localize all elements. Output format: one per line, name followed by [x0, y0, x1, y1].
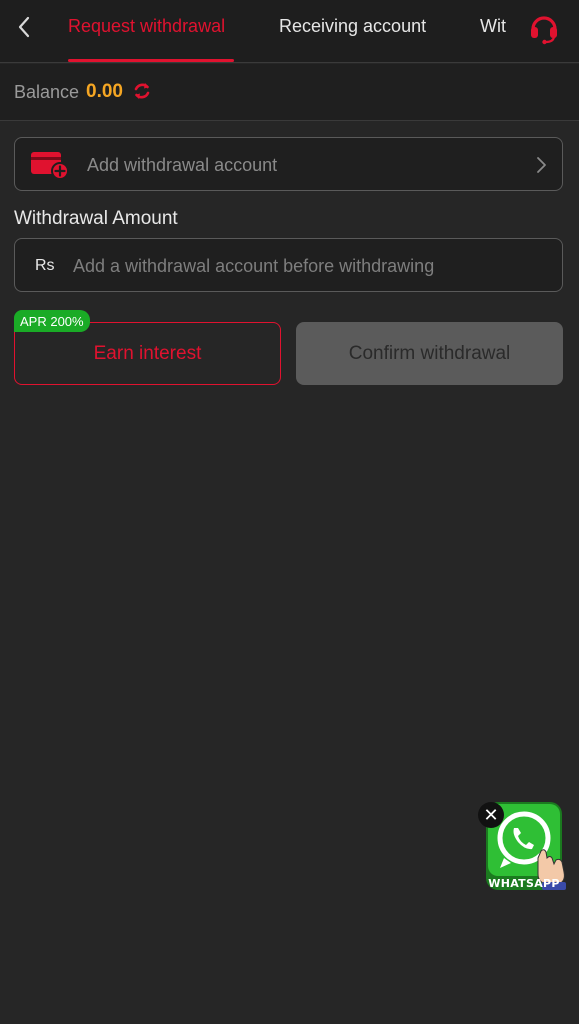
wallet-add-icon: [31, 152, 69, 180]
refresh-icon[interactable]: [132, 81, 152, 101]
customer-support-button[interactable]: [524, 10, 564, 46]
tab-withdrawal-history[interactable]: Wit: [480, 16, 506, 37]
chevron-left-icon: [18, 16, 30, 38]
tab-request-withdrawal[interactable]: Request withdrawal: [68, 16, 225, 37]
add-withdrawal-account-button[interactable]: Add withdrawal account: [14, 137, 563, 191]
withdrawal-amount-field: Rs: [14, 238, 563, 292]
withdrawal-amount-input[interactable]: [73, 251, 543, 281]
withdrawal-amount-label: Withdrawal Amount: [14, 208, 178, 229]
active-tab-indicator: [68, 59, 234, 62]
headset-icon: [531, 16, 557, 45]
currency-label: Rs: [35, 257, 55, 274]
balance-row: Balance 0.00: [0, 64, 579, 121]
add-account-placeholder: Add withdrawal account: [87, 155, 278, 175]
withdrawal-page: Request withdrawal Receiving account Wit…: [0, 0, 579, 1024]
earn-interest-label: Earn interest: [93, 342, 202, 364]
confirm-withdrawal-button[interactable]: Confirm withdrawal: [296, 322, 563, 385]
top-navigation-bar: Request withdrawal Receiving account Wit: [0, 0, 579, 63]
tab-receiving-account[interactable]: Receiving account: [279, 16, 426, 37]
back-button[interactable]: [10, 12, 38, 42]
whatsapp-close-button[interactable]: ✕: [478, 802, 504, 828]
apr-badge: APR 200%: [14, 310, 90, 332]
confirm-withdrawal-label: Confirm withdrawal: [348, 342, 511, 364]
chevron-right-icon: [537, 157, 546, 173]
balance-value: 0.00: [86, 81, 123, 102]
balance-label: Balance: [14, 82, 80, 102]
whatsapp-label: WHATSAPP: [488, 877, 560, 890]
